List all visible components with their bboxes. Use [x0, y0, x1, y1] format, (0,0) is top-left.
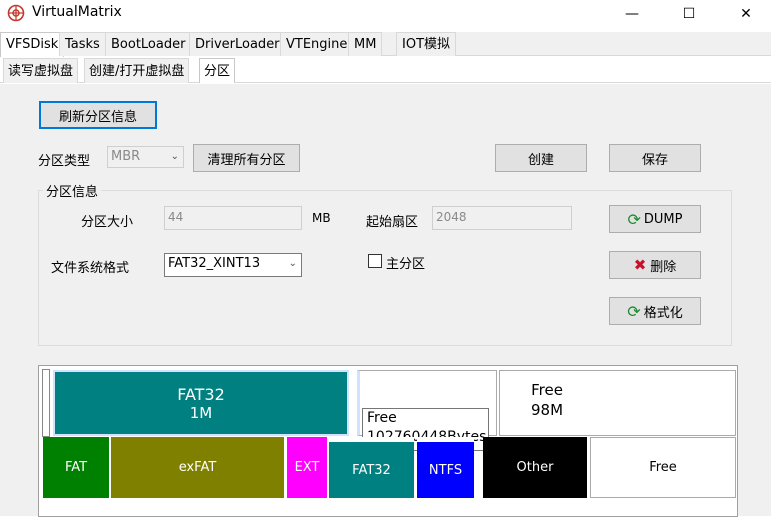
start-sector-field[interactable]: 2048 — [432, 206, 572, 230]
minimize-button[interactable]: — — [604, 0, 660, 28]
tab-partition[interactable]: 分区 — [199, 58, 236, 83]
tab-bootloader[interactable]: BootLoader — [105, 32, 192, 56]
partition-type-value: MBR — [111, 149, 141, 164]
save-button[interactable]: 保存 — [609, 144, 701, 172]
tab-mm[interactable]: MM — [348, 32, 383, 56]
size-unit-label: MB — [312, 211, 331, 225]
main-tab-bar: VFSDisk Tasks BootLoader DriverLoader VT… — [0, 32, 771, 57]
mbr-segment[interactable] — [42, 369, 50, 437]
partition-type-label: 分区类型 — [38, 154, 91, 169]
tab-create-open-disk[interactable]: 创建/打开虚拟盘 — [84, 58, 190, 83]
primary-partition-label: 主分区 — [386, 257, 426, 272]
sub-tab-bar: 读写虚拟盘 创建/打开虚拟盘 分区 — [0, 58, 771, 83]
chevron-down-icon: ⌄ — [288, 258, 297, 269]
legend-ext: EXT — [287, 437, 327, 498]
primary-partition-checkbox[interactable] — [368, 254, 382, 268]
filesystem-value: FAT32_XINT13 — [168, 256, 261, 271]
partition-type-select[interactable]: MBR ⌄ — [107, 146, 184, 168]
format-button[interactable]: ⟳ 格式化 — [609, 297, 701, 325]
legend-exfat: exFAT — [111, 437, 284, 498]
dump-button[interactable]: ⟳ DUMP — [609, 205, 701, 233]
partition-size-label: 分区大小 — [81, 215, 134, 230]
partition-name: FAT32 — [177, 384, 225, 404]
title-bar: VirtualMatrix — ☐ ✕ — [0, 0, 771, 28]
refresh-partition-button[interactable]: 刷新分区信息 — [39, 101, 157, 129]
legend-free: Free — [590, 437, 736, 498]
window-title: VirtualMatrix — [32, 4, 122, 20]
tab-tasks[interactable]: Tasks — [59, 32, 106, 56]
delete-label: 删除 — [650, 259, 677, 275]
chevron-down-icon: ⌄ — [170, 151, 179, 162]
tab-iot[interactable]: IOT模拟 — [396, 32, 457, 56]
partition-info-title: 分区信息 — [43, 181, 102, 200]
partition-name: Free — [531, 381, 563, 399]
tab-read-write-disk[interactable]: 读写虚拟盘 — [3, 58, 79, 83]
legend-ntfs: NTFS — [417, 437, 474, 498]
delete-icon: ✖ — [633, 256, 647, 274]
maximize-button[interactable]: ☐ — [661, 0, 717, 28]
tab-vfsdisk[interactable]: VFSDisk — [0, 32, 65, 57]
app-icon — [7, 4, 25, 22]
refresh-icon: ⟳ — [627, 209, 641, 229]
legend-fat32: FAT32 — [329, 437, 414, 498]
partition-panel: 刷新分区信息 分区类型 MBR ⌄ 清理所有分区 创建 保存 分区信息 分区大小… — [0, 84, 771, 517]
free-segment-text: Free 98M — [531, 380, 563, 420]
partition-segment-fat32[interactable]: FAT32 1M — [53, 370, 349, 436]
clear-all-partitions-button[interactable]: 清理所有分区 — [193, 144, 300, 172]
legend-fat: FAT — [43, 437, 109, 498]
close-button[interactable]: ✕ — [718, 0, 771, 28]
refresh-icon: ⟳ — [627, 301, 641, 321]
legend-other: Other — [483, 437, 587, 498]
partition-segment-fat32-fill: FAT32 1M — [55, 372, 347, 434]
dump-label: DUMP — [643, 211, 683, 227]
partition-segment-free[interactable]: Free 98M — [499, 370, 736, 436]
filesystem-select[interactable]: FAT32_XINT13 ⌄ — [164, 253, 302, 277]
partition-size: 98M — [531, 401, 564, 419]
create-button[interactable]: 创建 — [495, 144, 587, 172]
start-sector-label: 起始扇区 — [366, 215, 419, 230]
tab-driverloader[interactable]: DriverLoader — [189, 32, 286, 56]
partition-size: 1M — [189, 403, 213, 422]
delete-button[interactable]: ✖ 删除 — [609, 251, 701, 279]
filesystem-label: 文件系统格式 — [51, 261, 130, 276]
format-label: 格式化 — [643, 305, 683, 321]
partition-size-field[interactable]: 44 — [164, 206, 302, 230]
tooltip-line-1: Free — [367, 410, 397, 426]
tab-vtengine[interactable]: VTEngine — [280, 32, 354, 56]
